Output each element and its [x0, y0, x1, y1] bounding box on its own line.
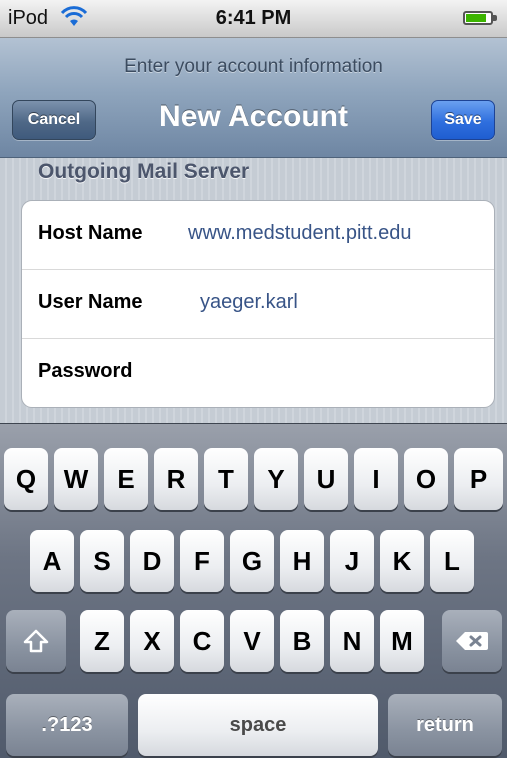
key-y[interactable]: Y	[254, 448, 298, 510]
battery-icon	[463, 11, 497, 25]
key-h[interactable]: H	[280, 530, 324, 592]
key-f[interactable]: F	[180, 530, 224, 592]
shift-key[interactable]	[6, 610, 66, 672]
key-e[interactable]: E	[104, 448, 148, 510]
status-bar: iPod 6:41 PM	[0, 0, 507, 38]
clock: 6:41 PM	[215, 7, 292, 29]
shift-arrow-icon	[23, 629, 49, 653]
keyboard: Q W E R T Y U I O P A S D F G H J K L Z …	[0, 423, 507, 758]
navigation-bar: Enter your account information Cancel Ne…	[0, 38, 507, 158]
key-v[interactable]: V	[230, 610, 274, 672]
key-r[interactable]: R	[154, 448, 198, 510]
key-c[interactable]: C	[180, 610, 224, 672]
key-s[interactable]: S	[80, 530, 124, 592]
user-name-label: User Name	[38, 291, 143, 313]
section-header: Outgoing Mail Server	[38, 160, 250, 183]
user-name-field[interactable]: yaeger.karl	[200, 291, 298, 314]
return-key[interactable]: return	[388, 694, 502, 756]
delete-key[interactable]	[442, 610, 502, 672]
key-m[interactable]: M	[380, 610, 424, 672]
key-j[interactable]: J	[330, 530, 374, 592]
password-row[interactable]: Password	[22, 339, 494, 407]
host-name-label: Host Name	[38, 222, 143, 244]
key-l[interactable]: L	[430, 530, 474, 592]
key-b[interactable]: B	[280, 610, 324, 672]
key-u[interactable]: U	[304, 448, 348, 510]
key-q[interactable]: Q	[4, 448, 48, 510]
key-g[interactable]: G	[230, 530, 274, 592]
key-i[interactable]: I	[354, 448, 398, 510]
key-x[interactable]: X	[130, 610, 174, 672]
numbers-key[interactable]: .?123	[6, 694, 128, 756]
password-label: Password	[38, 360, 133, 382]
key-k[interactable]: K	[380, 530, 424, 592]
form-content: Outgoing Mail Server Host Name www.medst…	[0, 158, 507, 423]
key-d[interactable]: D	[130, 530, 174, 592]
delete-backspace-icon	[456, 632, 488, 650]
key-p[interactable]: P	[454, 448, 503, 510]
user-name-row[interactable]: User Name yaeger.karl	[22, 270, 494, 339]
key-t[interactable]: T	[204, 448, 248, 510]
save-button[interactable]: Save	[431, 100, 495, 140]
host-name-field[interactable]: www.medstudent.pitt.edu	[188, 222, 411, 245]
key-z[interactable]: Z	[80, 610, 124, 672]
key-w[interactable]: W	[54, 448, 98, 510]
nav-prompt: Enter your account information	[124, 56, 383, 77]
space-key[interactable]: space	[138, 694, 378, 756]
key-n[interactable]: N	[330, 610, 374, 672]
host-name-row[interactable]: Host Name www.medstudent.pitt.edu	[22, 201, 494, 270]
outgoing-server-form: Host Name www.medstudent.pitt.edu User N…	[21, 200, 495, 408]
key-a[interactable]: A	[30, 530, 74, 592]
key-o[interactable]: O	[404, 448, 448, 510]
